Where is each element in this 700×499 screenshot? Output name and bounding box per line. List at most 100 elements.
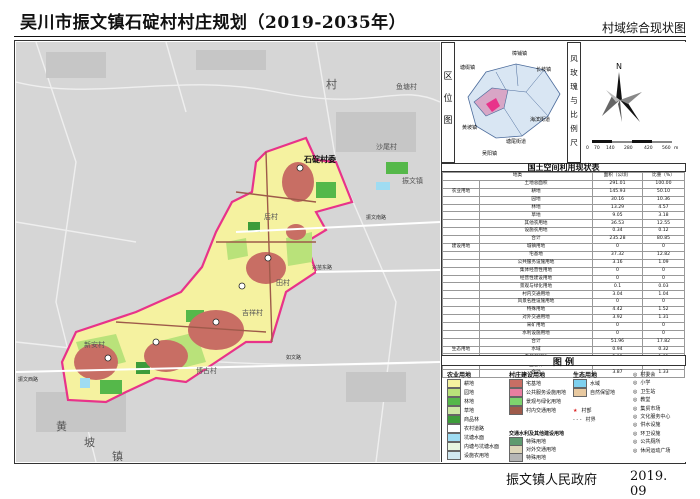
table-cell bbox=[442, 203, 480, 213]
table-row: 经营性建设用地 0 0 bbox=[442, 274, 686, 284]
table-cell: 9.05 bbox=[592, 211, 643, 221]
scale-tick-5: 560 bbox=[662, 146, 671, 151]
map-label-4: 吉祥村 bbox=[242, 309, 263, 317]
scale-unit: m bbox=[674, 146, 679, 151]
legend: 农业用地 村庄建设用地 生态用地 交通水利及其他建设用地 耕地 园地 林地 草地 商品林… bbox=[441, 367, 686, 462]
table-row: 集体经营性用地 0 0 bbox=[442, 266, 686, 276]
table-cell: 50.10 bbox=[641, 187, 686, 197]
table-cell: 0 bbox=[592, 243, 643, 252]
legend-item-facility: ◎ 文化服务中心 bbox=[633, 413, 670, 420]
table-row: 生态用地 水域 0.94 0.32 bbox=[442, 345, 686, 355]
legend-swatch bbox=[573, 379, 587, 388]
legend-label: 公共厕所 bbox=[640, 439, 661, 446]
scale-tick-4: 420 bbox=[644, 146, 653, 151]
table-cell: 风景名胜设施用地 bbox=[479, 298, 593, 308]
table-cell: 生态用地 bbox=[442, 345, 480, 355]
legend-swatch bbox=[447, 433, 461, 442]
town-label-5: 海滨街道 bbox=[530, 117, 551, 123]
map-label-5: 博古村 bbox=[196, 367, 217, 375]
table-row: 建设用地 城镇用地 0 0 bbox=[442, 243, 686, 252]
table-cell: 51.96 bbox=[592, 337, 643, 347]
table-cell bbox=[442, 329, 480, 339]
legend-label: 小学 bbox=[640, 380, 651, 387]
facility-icon: ◎ bbox=[633, 380, 638, 387]
legend-label: 环卫设施 bbox=[640, 430, 661, 437]
table-cell bbox=[442, 274, 480, 284]
facility-icon: ◎ bbox=[633, 430, 638, 437]
scale-tick-3: 280 bbox=[624, 146, 633, 151]
legend-label: 内塘与坑塘水面 bbox=[464, 444, 500, 450]
table-cell: 1.31 bbox=[641, 314, 686, 323]
table-row: 采矿用地 0 0 bbox=[442, 321, 686, 331]
legend-item-facility: ◎ 卫生站 bbox=[633, 388, 655, 395]
legend-label: 耕地 bbox=[464, 381, 475, 387]
table-cell: 0.34 bbox=[592, 227, 643, 237]
legend-item-facility: ◎ 集贸市场 bbox=[633, 405, 660, 412]
table-row: 林地 13.29 4.57 bbox=[442, 203, 686, 213]
legend-swatch bbox=[447, 442, 461, 451]
map-sheet: 吴川市振文镇石碇村村庄规划（2019-2035年） 村域综合现状图 石碇村委 沙… bbox=[0, 0, 700, 499]
legend-item-build: 景观与绿化用地 bbox=[509, 397, 561, 406]
legend-item-village-boundary: - - - 村界 bbox=[573, 416, 596, 423]
footer-org: 振文镇人民政府 bbox=[506, 473, 598, 488]
table-cell: 4.57 bbox=[641, 203, 686, 213]
table-cell: 0 bbox=[592, 321, 643, 331]
legend-item-facility: ◎ 小学 bbox=[633, 379, 650, 386]
legend-item-agri: 坑塘水面 bbox=[447, 433, 484, 442]
facility-icon: ◎ bbox=[633, 414, 638, 420]
table-row: 设施农用地 0.34 0.12 bbox=[442, 227, 686, 237]
road-label-3: 振文西路 bbox=[18, 377, 39, 383]
legend-label: 村内交通用地 bbox=[526, 408, 557, 414]
legend-item-agri: 农村道路 bbox=[447, 424, 484, 433]
legend-build-head: 村庄建设用地 bbox=[509, 372, 546, 379]
table-cell bbox=[442, 179, 480, 189]
legend-label: 供水设施 bbox=[640, 422, 661, 429]
table-cell: 特殊用地 bbox=[479, 306, 593, 316]
table-cell: 建设用地 bbox=[442, 243, 480, 252]
legend-agri-head: 农业用地 bbox=[447, 372, 472, 379]
legend-item-build: 村内交通用地 bbox=[509, 406, 556, 415]
legend-swatch bbox=[447, 424, 461, 433]
table-cell bbox=[442, 235, 480, 245]
map-label-3: 新安村 bbox=[84, 341, 105, 349]
legend-swatch bbox=[447, 415, 461, 424]
table-cell: 0 bbox=[592, 266, 643, 276]
table-cell bbox=[442, 195, 480, 205]
table-cell: 耕地 bbox=[479, 187, 593, 197]
town-label-7: 吴阳镇 bbox=[482, 151, 498, 157]
legend-label: 村委会 bbox=[640, 372, 656, 378]
table-cell: 3.18 bbox=[641, 211, 686, 221]
title-rule bbox=[14, 36, 686, 37]
legend-item-agri: 林地 bbox=[447, 397, 474, 406]
road-label-4: 如文路 bbox=[286, 355, 302, 361]
scale-tick-2: 140 bbox=[606, 146, 615, 151]
facility-icon: ◎ bbox=[633, 405, 638, 412]
table-cell bbox=[442, 298, 480, 308]
table-cell: 合计 bbox=[479, 337, 593, 347]
table-cell: 公共服务设施用地 bbox=[479, 258, 593, 268]
location-map: 塘缀镇 樟铺镇 长岐镇 黄坡镇 海滨街道 塘尾街道 吴阳镇 bbox=[456, 42, 567, 163]
table-cell: 1.52 bbox=[641, 306, 686, 316]
table-cell: 城镇用地 bbox=[479, 243, 593, 252]
town-label-1: 塘缀镇 bbox=[460, 65, 476, 71]
table-cell: 0 bbox=[641, 274, 686, 284]
legend-item-agri: 内塘与坑塘水面 bbox=[447, 442, 499, 451]
road-label-1: 兴苗东路 bbox=[312, 265, 333, 271]
legend-item-facility: ◎ 环卫设施 bbox=[633, 430, 660, 437]
map-label-2: 振文镇 bbox=[402, 177, 423, 185]
table-cell: 水利设施用地 bbox=[479, 329, 593, 339]
table-cell: 经营性建设用地 bbox=[479, 274, 593, 284]
table-row: 对外交通用地 3.92 1.31 bbox=[442, 314, 686, 323]
table-cell bbox=[442, 266, 480, 276]
legend-swatch bbox=[447, 379, 461, 388]
legend-item-facility: ◎ 休闲运动广场 bbox=[633, 447, 670, 454]
legend-item-agri: 商品林 bbox=[447, 415, 479, 424]
legend-label: 自然保留地 bbox=[590, 390, 616, 396]
legend-swatch bbox=[447, 397, 461, 406]
town-label-4: 黄坡镇 bbox=[462, 125, 478, 131]
legend-eco-head: 生态用地 bbox=[573, 372, 598, 379]
table-cell bbox=[442, 250, 480, 260]
legend-swatch bbox=[509, 379, 523, 388]
table-cell: 土地总面积 bbox=[479, 179, 593, 189]
legend-item-village-office: ★ 村部 bbox=[573, 407, 592, 414]
